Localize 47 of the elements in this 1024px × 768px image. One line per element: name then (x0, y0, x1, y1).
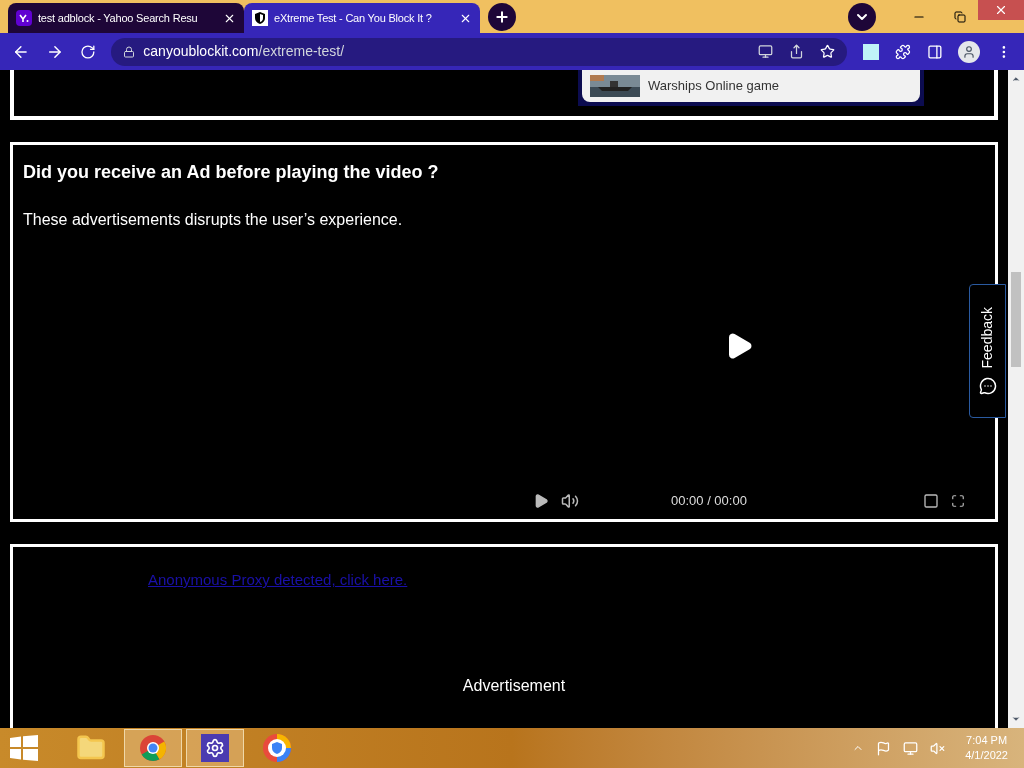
scrollbar-thumb[interactable] (1011, 271, 1021, 367)
address-bar[interactable]: canyoublockit.com/extreme-test/ (111, 37, 848, 66)
yahoo-icon (16, 10, 32, 26)
feedback-tab[interactable]: Feedback (969, 284, 1006, 418)
reload-icon[interactable] (79, 43, 96, 60)
puzzle-icon[interactable] (894, 43, 911, 60)
shield-browser-icon[interactable] (262, 733, 292, 763)
fullscreen-icon[interactable] (951, 494, 965, 508)
tab-title: test adblock - Yahoo Search Resu (38, 10, 199, 26)
settings-icon[interactable] (201, 734, 229, 762)
tab-search-button[interactable] (848, 2, 876, 31)
scroll-up-icon[interactable] (1011, 74, 1021, 84)
restore-icon[interactable] (954, 10, 966, 23)
volume-icon[interactable] (561, 492, 579, 510)
chat-bubble-icon (978, 376, 997, 395)
chrome-icon[interactable] (139, 734, 167, 762)
taskbar-app[interactable] (124, 729, 182, 767)
close-icon (994, 3, 1008, 17)
taskbar-app[interactable] (186, 729, 244, 767)
feedback-label: Feedback (978, 307, 996, 369)
clock-date: 4/1/2022 (965, 748, 1008, 763)
url-text: canyoublockit.com/extreme-test/ (143, 42, 345, 61)
new-tab-button[interactable] (488, 3, 516, 31)
section-description: These advertisements disrupts the user’s experience. (23, 210, 404, 230)
clock-time: 7:04 PM (966, 733, 1008, 748)
profile-avatar[interactable] (958, 40, 981, 63)
ad-card[interactable]: Warships Online game (582, 70, 920, 102)
share-icon[interactable] (789, 44, 805, 59)
ad-text: Warships Online game (648, 77, 779, 96)
time-display: 00:00 / 00:00 (671, 492, 747, 511)
play-icon[interactable] (533, 493, 549, 509)
scroll-down-icon[interactable] (1011, 714, 1021, 724)
windows-icon[interactable] (10, 735, 38, 761)
extension-icon[interactable] (863, 43, 879, 60)
browser-tab[interactable]: eXtreme Test - Can You Block It ? (244, 3, 480, 33)
section-title: Did you receive an Ad before playing the video ? (23, 161, 440, 184)
lock-icon[interactable] (123, 45, 136, 58)
star-icon[interactable] (820, 44, 836, 59)
browser-tab[interactable]: test adblock - Yahoo Search Resu (8, 3, 244, 33)
tab-title: eXtreme Test - Can You Block It ? (274, 10, 433, 26)
plus-icon (494, 9, 510, 25)
side-panel-icon[interactable] (926, 43, 943, 60)
shield-icon (252, 10, 268, 26)
advertisement-label: Advertisement (462, 675, 566, 696)
scrollbar[interactable] (1008, 70, 1024, 728)
theater-icon[interactable] (923, 493, 939, 509)
blocked-popup-icon[interactable] (758, 44, 774, 59)
